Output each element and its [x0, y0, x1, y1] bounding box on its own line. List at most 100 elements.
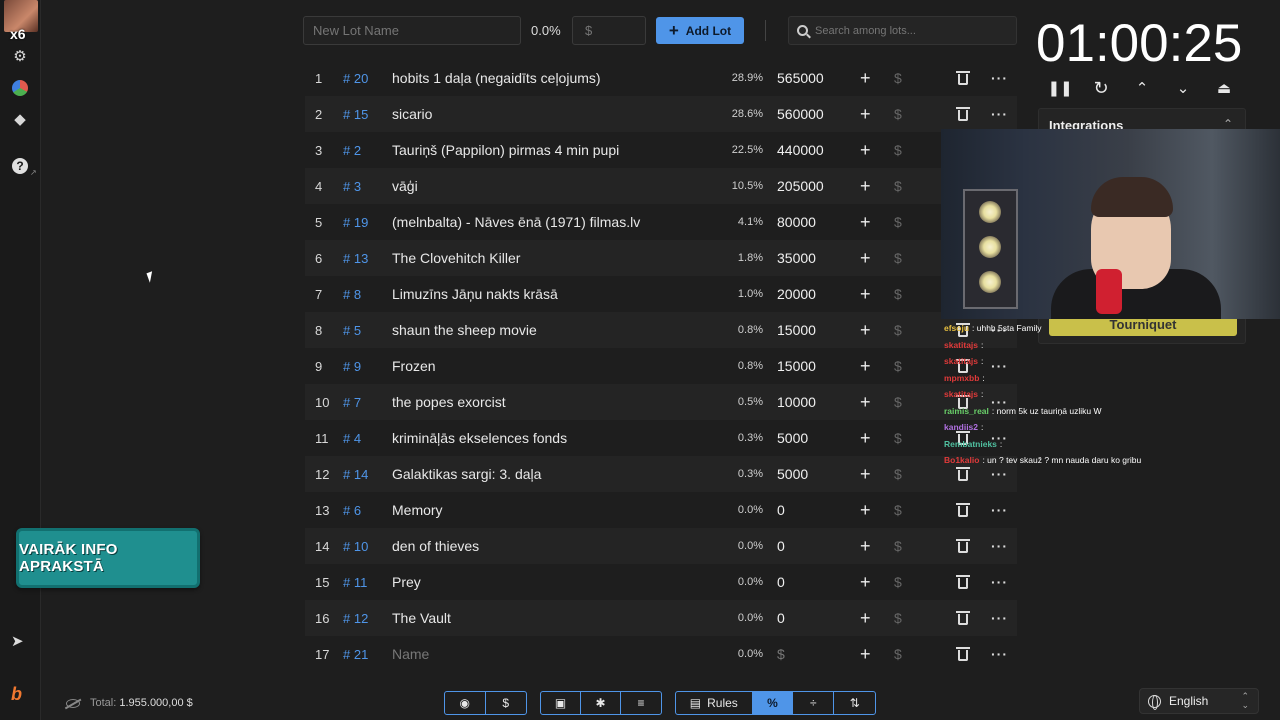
lot-name[interactable]: Galaktikas sargi: 3. daļa [392, 466, 541, 482]
trash-icon[interactable] [956, 646, 970, 662]
dollar-icon[interactable]: $ [894, 358, 902, 374]
rules-button[interactable]: ▤ Rules [676, 692, 753, 714]
telegram-icon[interactable]: ➤ [11, 632, 24, 650]
add-amount-icon[interactable]: + [860, 537, 871, 555]
add-amount-icon[interactable]: + [860, 465, 871, 483]
lot-name[interactable]: Prey [392, 574, 421, 590]
save-icon[interactable]: ▣ [541, 692, 581, 714]
more-icon[interactable]: ··· [991, 538, 1008, 554]
lot-amount[interactable]: 80000 [777, 214, 816, 230]
lot-name[interactable]: Name [392, 646, 429, 662]
add-amount-icon[interactable]: + [860, 69, 871, 87]
dollar-icon[interactable]: $ [894, 142, 902, 158]
percent-toggle-icon[interactable]: % [752, 692, 794, 714]
add-amount-icon[interactable]: + [860, 609, 871, 627]
add-amount-icon[interactable]: + [860, 645, 871, 663]
lot-id[interactable]: # 2 [343, 143, 361, 158]
add-amount-icon[interactable]: + [860, 249, 871, 267]
new-lot-name-input[interactable] [303, 16, 521, 45]
dollar-icon[interactable]: $ [894, 430, 902, 446]
lot-name[interactable]: The Vault [392, 610, 451, 626]
search-box[interactable] [788, 16, 1017, 45]
language-select[interactable]: English ⌃ ⌄ [1139, 688, 1259, 714]
lot-name[interactable]: (melnbalta) - Nāves ēnā (1971) filmas.lv [392, 214, 640, 230]
lot-id[interactable]: # 14 [343, 467, 368, 482]
lot-name[interactable]: The Clovehitch Killer [392, 250, 520, 266]
more-icon[interactable]: ··· [991, 502, 1008, 518]
more-icon[interactable]: ··· [991, 646, 1008, 662]
trash-icon[interactable] [956, 574, 970, 590]
add-amount-icon[interactable]: + [860, 357, 871, 375]
trash-icon[interactable] [956, 70, 970, 86]
lot-id[interactable]: # 19 [343, 215, 368, 230]
add-amount-icon[interactable]: + [860, 177, 871, 195]
sort-icon[interactable]: ⇅ [834, 692, 875, 714]
pie-chart-icon[interactable] [9, 77, 31, 99]
dollar-icon[interactable]: $ [894, 214, 902, 230]
lot-amount[interactable]: 0 [777, 502, 785, 518]
lot-name[interactable]: den of thieves [392, 538, 479, 554]
dollar-icon[interactable]: $ [894, 286, 902, 302]
dollar-icon[interactable]: $ [894, 70, 902, 86]
settings-icon[interactable]: ⚙ [9, 45, 31, 67]
add-amount-icon[interactable]: + [860, 429, 871, 447]
lot-id[interactable]: # 11 [343, 575, 367, 590]
lot-id[interactable]: # 8 [343, 287, 361, 302]
lot-amount[interactable]: 560000 [777, 106, 824, 122]
lot-id[interactable]: # 6 [343, 503, 361, 518]
lot-id[interactable]: # 21 [343, 647, 368, 662]
layers-icon[interactable]: ◆ [9, 108, 31, 130]
lot-amount[interactable]: 20000 [777, 286, 816, 302]
lot-amount[interactable]: 15000 [777, 358, 816, 374]
restart-icon[interactable]: ↻ [1091, 78, 1111, 98]
help-icon[interactable]: ? [9, 155, 31, 177]
more-icon[interactable]: ··· [991, 574, 1008, 590]
add-amount-icon[interactable]: + [860, 321, 871, 339]
lot-id[interactable]: # 4 [343, 431, 361, 446]
lot-id[interactable]: # 3 [343, 179, 361, 194]
lot-name[interactable]: Limuzīns Jāņu nakts krāsā [392, 286, 558, 302]
more-icon[interactable]: ··· [991, 610, 1008, 626]
lot-amount[interactable]: 565000 [777, 70, 824, 86]
lot-id[interactable]: # 10 [343, 539, 368, 554]
trash-icon[interactable] [956, 538, 970, 554]
trash-icon[interactable] [956, 502, 970, 518]
lot-name[interactable]: sicario [392, 106, 432, 122]
dollar-icon[interactable]: $ [894, 106, 902, 122]
dollar-icon[interactable]: $ [894, 610, 902, 626]
dollar-icon[interactable]: $ [894, 178, 902, 194]
lot-amount[interactable]: 5000 [777, 466, 808, 482]
dollar-icon[interactable]: $ [894, 502, 902, 518]
trash-icon[interactable] [956, 610, 970, 626]
lot-name[interactable]: shaun the sheep movie [392, 322, 537, 338]
clear-list-icon[interactable]: ≡ [621, 692, 661, 714]
lot-amount[interactable]: 35000 [777, 250, 816, 266]
search-input[interactable] [815, 24, 1005, 37]
add-amount-icon[interactable]: + [860, 393, 871, 411]
lot-amount[interactable]: 0 [777, 610, 785, 626]
trash-icon[interactable] [956, 106, 970, 122]
lot-id[interactable]: # 7 [343, 395, 361, 410]
add-amount-icon[interactable]: + [860, 141, 871, 159]
add-amount-icon[interactable]: + [860, 213, 871, 231]
lot-id[interactable]: # 20 [343, 71, 368, 86]
lot-amount[interactable]: 0 [777, 574, 785, 590]
more-icon[interactable]: ··· [991, 70, 1008, 86]
dollar-icon[interactable]: $ [894, 250, 902, 266]
lot-name[interactable]: krimināļās ekselences fonds [392, 430, 567, 446]
decrease-icon[interactable]: ⌄ [1173, 78, 1193, 98]
lot-name[interactable]: vāģi [392, 178, 418, 194]
eye-off-icon[interactable] [66, 698, 80, 708]
lot-name[interactable]: Memory [392, 502, 443, 518]
lot-id[interactable]: # 9 [343, 359, 361, 374]
dollar-icon[interactable]: $ [894, 538, 902, 554]
add-amount-icon[interactable]: + [860, 105, 871, 123]
lot-id[interactable]: # 13 [343, 251, 368, 266]
add-amount-icon[interactable]: + [860, 501, 871, 519]
dollar-icon[interactable]: $ [894, 646, 902, 662]
lot-id[interactable]: # 15 [343, 107, 368, 122]
lot-name[interactable]: the popes exorcist [392, 394, 506, 410]
add-amount-icon[interactable]: + [860, 573, 871, 591]
lot-id[interactable]: # 12 [343, 611, 368, 626]
dollar-icon[interactable]: $ [894, 574, 902, 590]
